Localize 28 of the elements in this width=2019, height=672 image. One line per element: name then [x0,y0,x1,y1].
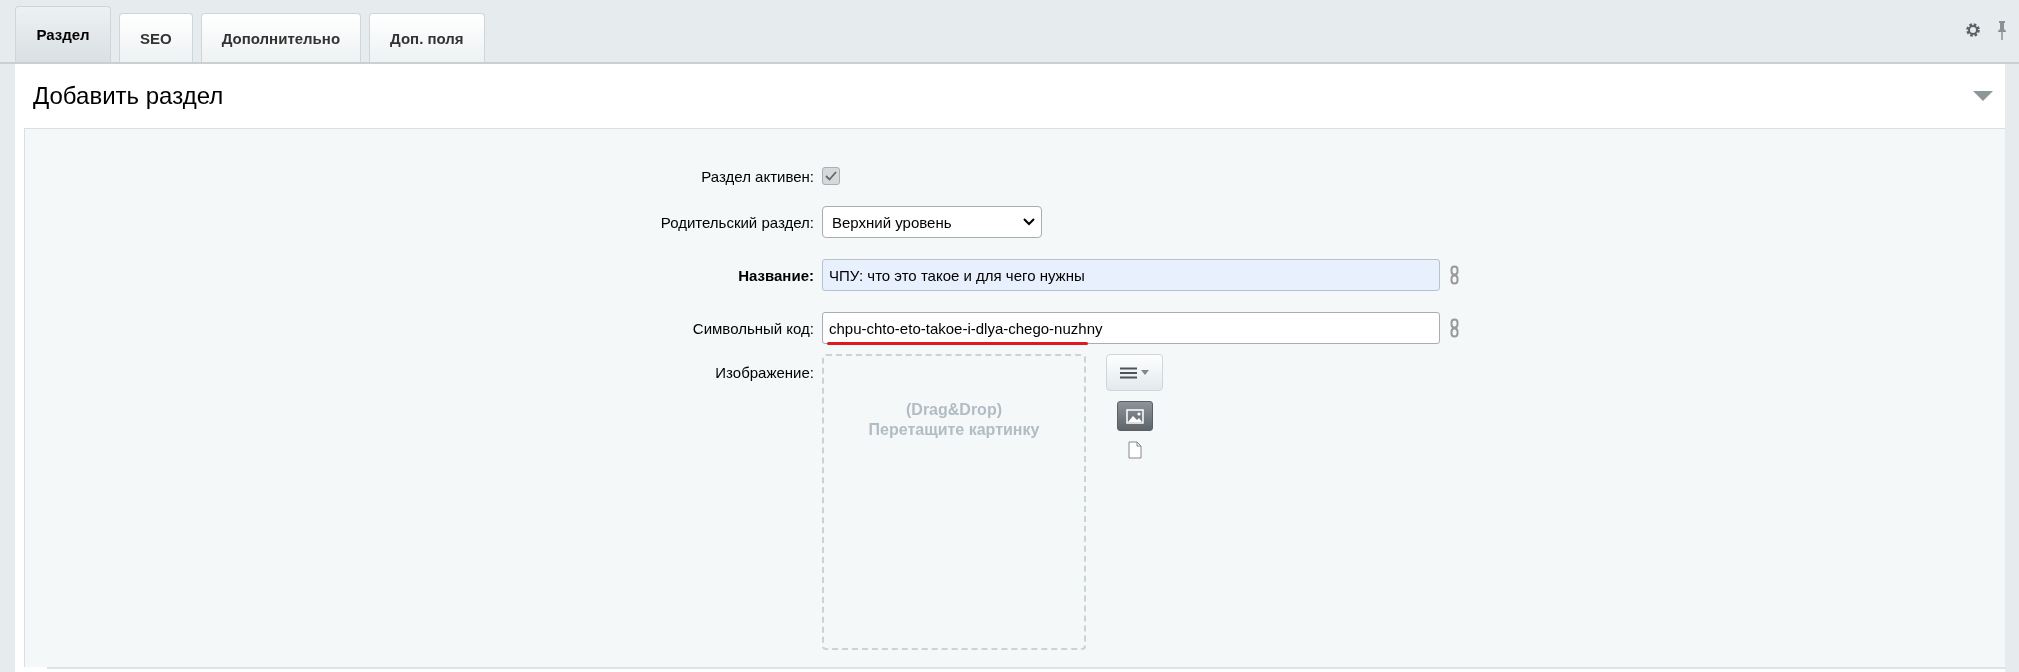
text-field[interactable]: ЧПУ: что это такое и для чего нужны [822,259,1440,291]
field-label: Раздел активен: [700,167,814,185]
field-label: Изображение: [714,363,814,381]
drop-hint: (Drag&Drop) [906,400,1002,420]
field-label: Название: [737,266,814,284]
collapse-icon[interactable] [1973,91,1993,101]
field-label: Символьный код: [691,319,814,337]
image-icon [1125,408,1144,424]
tab[interactable]: Раздел [15,6,111,62]
link-icon[interactable] [1450,265,1459,285]
settings-icon[interactable] [1965,22,1981,38]
caret-icon [1141,370,1149,375]
tab[interactable]: Доп. поля [369,13,485,62]
pin-icon[interactable] [1997,20,2007,40]
panel-title: Добавить раздел [33,82,224,110]
chevron-icon [1023,218,1035,226]
tab[interactable]: Дополнительно [200,13,362,62]
image-button[interactable] [1116,401,1153,431]
file-icon[interactable] [1127,441,1142,459]
link-icon[interactable] [1450,318,1459,338]
field-label: Родительский раздел: [659,213,814,231]
tab[interactable]: SEO [119,13,193,62]
parent-section-select[interactable]: Верхний уровень [822,206,1042,238]
text-field[interactable]: chpu-chto-eto-takoe-i-dlya-chego-nuzhny [822,312,1440,344]
checkbox[interactable] [822,167,840,185]
drop-prompt: Перетащите картинку [868,420,1040,440]
menu-button[interactable] [1106,354,1163,391]
menu-icon [1120,366,1137,379]
